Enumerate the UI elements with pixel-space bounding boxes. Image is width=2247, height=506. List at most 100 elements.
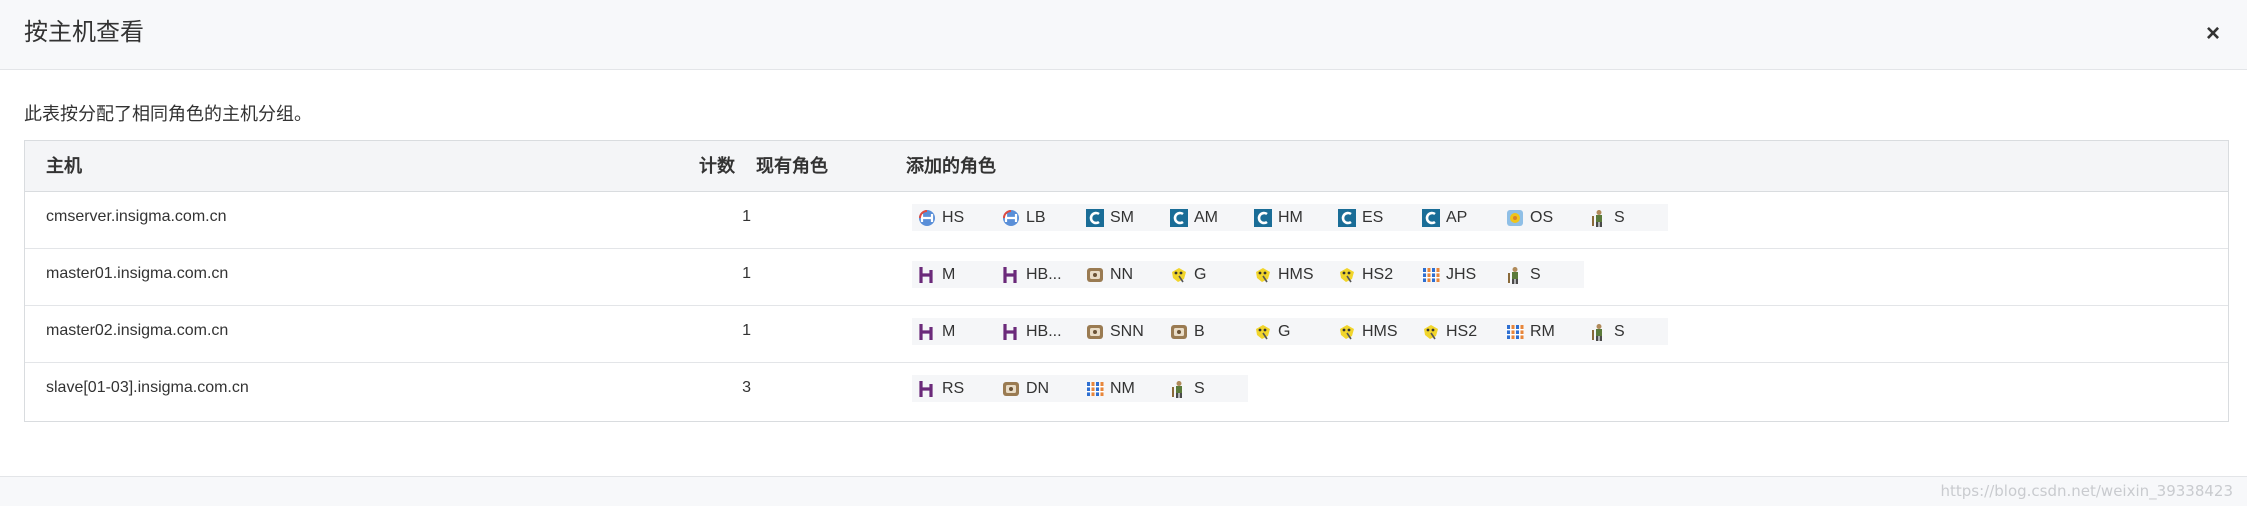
role-badge: OS <box>1500 204 1584 231</box>
role-badge: S <box>1584 204 1668 231</box>
table-row: slave[01-03].insigma.com.cn 3 RS DN NM S <box>25 363 2228 419</box>
hbase-icon <box>1002 323 1020 341</box>
header-added-roles: 添加的角色 <box>906 156 996 176</box>
yarn-icon <box>1422 266 1440 284</box>
role-label: HS2 <box>1362 265 1394 283</box>
role-badge: G <box>1248 318 1332 345</box>
role-label: OS <box>1530 208 1554 226</box>
role-badge: AP <box>1416 204 1500 231</box>
table-row: master02.insigma.com.cn 1 M HB... SNN B G HMS HS… <box>25 306 2228 363</box>
role-label: S <box>1614 322 1625 340</box>
hive-icon <box>1338 266 1356 284</box>
hive-icon <box>1254 323 1272 341</box>
watermark-text: https://blog.csdn.net/weixin_39338423 <box>1940 482 2233 500</box>
host-name: master01.insigma.com.cn <box>46 265 229 282</box>
hdfs-icon <box>1086 323 1104 341</box>
role-label: AP <box>1446 208 1468 226</box>
role-label: B <box>1194 322 1205 340</box>
role-label: S <box>1530 265 1541 283</box>
hdfs-icon <box>1170 323 1188 341</box>
role-badge: NM <box>1080 375 1164 402</box>
hbase-icon <box>918 380 936 398</box>
role-label: S <box>1614 208 1625 226</box>
host-count: 1 <box>742 322 751 339</box>
oozie-icon <box>1506 209 1524 227</box>
host-name: slave[01-03].insigma.com.cn <box>46 379 249 396</box>
role-badge: HM <box>1248 204 1332 231</box>
added-roles-list: M HB... SNN B G HMS HS2 RM S <box>912 318 1668 345</box>
role-label: HB... <box>1026 322 1062 340</box>
role-badge: M <box>912 318 996 345</box>
role-label: JHS <box>1446 265 1477 283</box>
role-label: G <box>1278 322 1291 340</box>
hbase-icon <box>918 266 936 284</box>
role-badge: HS <box>912 204 996 231</box>
role-label: NM <box>1110 379 1135 397</box>
role-badge: M <box>912 261 996 288</box>
role-badge: AM <box>1164 204 1248 231</box>
close-icon[interactable]: × <box>2201 22 2225 46</box>
hive-icon <box>1254 266 1272 284</box>
zookeeper-icon <box>1590 209 1608 227</box>
role-label: M <box>942 322 956 340</box>
added-roles-list: RS DN NM S <box>912 375 1248 402</box>
role-badge: SNN <box>1080 318 1164 345</box>
table-description: 此表按分配了相同角色的主机分组。 <box>24 104 312 124</box>
zookeeper-icon <box>1170 380 1188 398</box>
hosts-table: 主机 计数 现有角色 添加的角色 cmserver.insigma.com.cn… <box>24 140 2229 422</box>
role-label: HB... <box>1026 265 1062 283</box>
role-label: DN <box>1026 379 1050 397</box>
dialog-header: 按主机查看 × <box>0 0 2247 70</box>
yarn-icon <box>1506 323 1524 341</box>
role-label: SNN <box>1110 322 1144 340</box>
dialog-title: 按主机查看 <box>24 19 144 46</box>
role-label: S <box>1194 379 1205 397</box>
added-roles-list: HS LB SM AM HM ES AP OS S <box>912 204 1668 231</box>
zookeeper-icon <box>1590 323 1608 341</box>
role-badge: S <box>1500 261 1584 288</box>
cloudera-icon <box>1338 209 1356 227</box>
role-label: RM <box>1530 322 1555 340</box>
role-label: SM <box>1110 208 1134 226</box>
host-count: 3 <box>742 379 751 396</box>
header-host: 主机 <box>46 156 82 176</box>
hive-server-icon <box>1002 209 1020 227</box>
role-label: M <box>942 265 956 283</box>
zookeeper-icon <box>1506 266 1524 284</box>
table-row: master01.insigma.com.cn 1 M HB... NN G HMS HS2 J… <box>25 249 2228 306</box>
role-label: LB <box>1026 208 1046 226</box>
role-label: RS <box>942 379 965 397</box>
host-name: master02.insigma.com.cn <box>46 322 229 339</box>
cloudera-icon <box>1254 209 1272 227</box>
role-label: G <box>1194 265 1207 283</box>
role-label: HMS <box>1362 322 1398 340</box>
role-label: ES <box>1362 208 1384 226</box>
host-name: cmserver.insigma.com.cn <box>46 208 227 225</box>
role-badge: DN <box>996 375 1080 402</box>
hive-icon <box>1170 266 1188 284</box>
role-label: HMS <box>1278 265 1314 283</box>
role-badge: S <box>1164 375 1248 402</box>
hbase-icon <box>918 323 936 341</box>
hdfs-icon <box>1002 380 1020 398</box>
yarn-icon <box>1086 380 1104 398</box>
table-row: cmserver.insigma.com.cn 1 HS LB SM AM HM ES AP OS… <box>25 192 2228 249</box>
role-badge: HB... <box>996 261 1080 288</box>
cloudera-icon <box>1422 209 1440 227</box>
hive-icon <box>1338 323 1356 341</box>
hdfs-icon <box>1086 266 1104 284</box>
hive-icon <box>1422 323 1440 341</box>
role-badge: HS2 <box>1416 318 1500 345</box>
role-label: NN <box>1110 265 1134 283</box>
hive-server-icon <box>918 209 936 227</box>
role-label: HS2 <box>1446 322 1478 340</box>
role-badge: HMS <box>1332 318 1416 345</box>
role-badge: JHS <box>1416 261 1500 288</box>
table-header: 主机 计数 现有角色 添加的角色 <box>25 141 2228 192</box>
role-label: HS <box>942 208 965 226</box>
role-badge: HB... <box>996 318 1080 345</box>
role-badge: ES <box>1332 204 1416 231</box>
role-badge: NN <box>1080 261 1164 288</box>
role-badge: S <box>1584 318 1668 345</box>
role-badge: RS <box>912 375 996 402</box>
